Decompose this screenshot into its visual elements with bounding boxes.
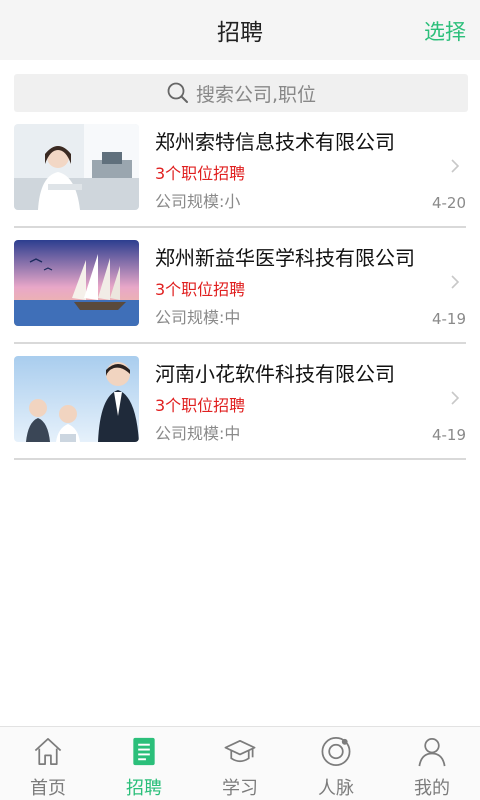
tab-home-label: 首页 [30,778,66,799]
post-date: 4-19 [431,426,466,444]
positions-count: 3个职位招聘 [155,164,246,183]
chevron-right-icon [451,391,460,405]
page-title: 招聘 [217,20,263,46]
tab-profile-label: 我的 [414,778,450,799]
company-photo-sailing-ship [14,240,139,326]
company-scale: 公司规模:中 [155,308,241,327]
recruitment-screen: 招聘 选择 搜索公司,职位 郑州索特信息技术有限公司 3个职位招聘 公司规模:小… [0,0,480,800]
tab-network[interactable]: 人脉 [288,727,384,800]
tab-recruitment-label: 招聘 [126,778,162,799]
home-icon [34,738,62,765]
company-list: 郑州索特信息技术有限公司 3个职位招聘 公司规模:小 4-20 郑州新益华医学科… [0,112,480,460]
positions-count: 3个职位招聘 [155,396,246,415]
tab-home[interactable]: 首页 [0,727,96,800]
positions-count: 3个职位招聘 [155,280,246,299]
top-bar: 招聘 选择 [0,0,480,60]
tab-profile[interactable]: 我的 [384,727,480,800]
chevron-right-icon [451,275,460,289]
tab-network-label: 人脉 [318,778,354,799]
company-photo-office [14,124,139,210]
company-name: 郑州新益华医学科技有限公司 [155,246,415,270]
company-photo-team [14,356,139,442]
tab-study[interactable]: 学习 [192,727,288,800]
company-name: 河南小花软件科技有限公司 [155,362,395,386]
graduation-cap-icon [224,739,256,763]
select-button[interactable]: 选择 [424,16,466,46]
search-placeholder: 搜索公司,职位 [195,83,317,106]
company-scale: 公司规模:小 [155,192,241,211]
list-item-company-3[interactable]: 河南小花软件科技有限公司 3个职位招聘 公司规模:中 4-19 [14,344,466,460]
post-date: 4-20 [431,194,466,212]
network-icon [321,737,351,766]
tab-recruitment[interactable]: 招聘 [96,727,192,800]
list-item-company-2[interactable]: 郑州新益华医学科技有限公司 3个职位招聘 公司规模:中 4-19 [14,228,466,344]
job-list-icon [133,737,155,766]
chevron-right-icon [451,159,460,173]
bottom-tab-bar: 首页 招聘 学习 人脉 我的 [0,726,480,800]
tab-study-label: 学习 [222,778,258,799]
search-input[interactable]: 搜索公司,职位 [14,74,468,112]
company-name: 郑州索特信息技术有限公司 [155,130,395,154]
list-item-company-1[interactable]: 郑州索特信息技术有限公司 3个职位招聘 公司规模:小 4-20 [14,112,466,228]
user-icon [418,738,446,767]
post-date: 4-19 [431,310,466,328]
company-scale: 公司规模:中 [155,424,241,443]
search-icon [167,82,188,103]
